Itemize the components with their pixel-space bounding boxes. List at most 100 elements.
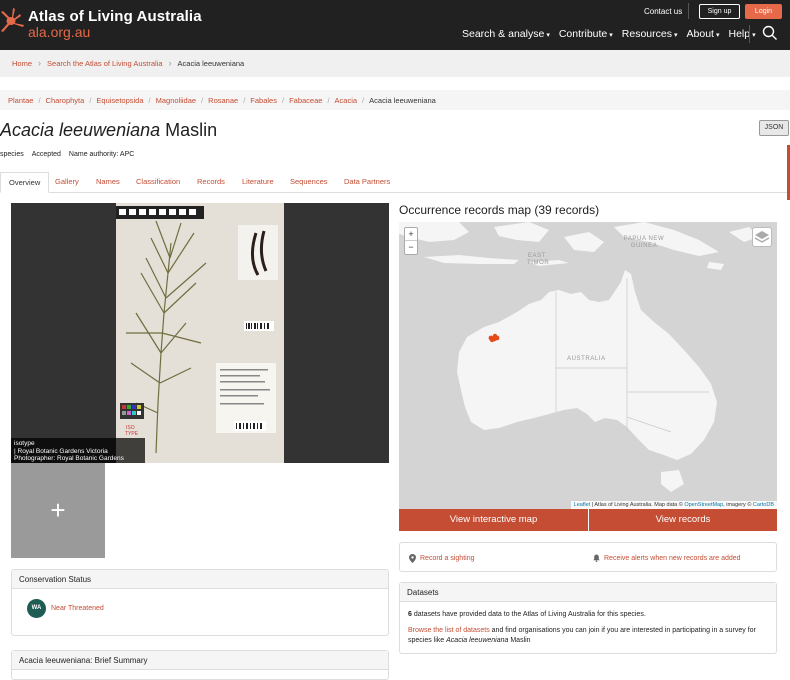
taxon-phylum[interactable]: Charophyta [46,96,85,105]
datasets-species-author: Maslin [508,637,531,644]
chevron-right-icon: › [38,58,42,68]
nav-search-analyse[interactable]: Search & analyse ▾ [462,28,550,40]
species-author: Maslin [165,120,218,140]
svg-text:TYPE: TYPE [125,431,139,437]
caret-down-icon: ▾ [752,32,756,39]
nav-about[interactable]: About ▾ [687,28,720,40]
view-interactive-map-button[interactable]: View interactive map [399,509,588,531]
zoom-out-button[interactable]: − [405,241,417,254]
tab-records[interactable]: Records [197,172,225,193]
datasets-body: 6 datasets have provided data to the Atl… [400,602,776,660]
taxon-superorder[interactable]: Rosanae [208,96,238,105]
conservation-status-panel: Conservation Status WA Near Threatened [11,569,389,636]
conservation-heading: Conservation Status [12,570,388,589]
map-label-australia: AUSTRALIA [567,356,606,362]
nav-label: Search & analyse [462,28,545,40]
breadcrumb-search[interactable]: Search the Atlas of Living Australia [47,59,163,68]
caption-institution: | Royal Botanic Gardens Victoria [14,447,108,455]
view-records-button[interactable]: View records [589,509,777,531]
caret-down-icon: ▾ [609,32,613,39]
layers-icon [754,231,770,243]
breadcrumb-home[interactable]: Home [12,59,32,68]
caption-type: isotype [14,440,35,447]
tab-overview[interactable]: Overview [0,172,50,193]
breadcrumb-current: Acacia leeuweniana [177,58,245,68]
breadcrumb-bar: Home › Search the Atlas of Living Austra… [0,50,790,77]
taxon-genus[interactable]: Acacia [335,96,358,105]
occurrence-map[interactable]: + − PAPUA NEW GUINEA EAST TIMOR AUSTRALI… [399,222,777,509]
taxon-separator: / [281,96,285,105]
nav-resources[interactable]: Resources ▾ [622,28,678,40]
map-label-png: PAPUA NEW GUINEA [623,236,665,249]
tab-gallery[interactable]: Gallery [55,172,79,193]
login-button[interactable]: Login [745,4,782,19]
taxon-separator: / [201,96,204,105]
nav-divider [749,25,750,43]
taxon-separator: / [148,96,151,105]
osm-link[interactable]: OpenStreetMap [684,502,723,508]
species-rank: species [0,151,24,158]
taxon-subclass[interactable]: Magnoliidae [156,96,196,105]
receive-alerts-link[interactable]: Receive alerts when new records are adde… [593,554,741,562]
herbarium-sheet-image: ISO TYPE [116,203,284,463]
taxon-separator: / [89,96,92,105]
authority-value: APC [119,151,135,158]
tab-sequences[interactable]: Sequences [290,172,328,193]
species-image[interactable]: ISO TYPE [11,203,389,463]
record-actions-panel: Record a sighting Receive alerts when ne… [399,542,777,572]
name-authority: Name authority: APC [69,151,134,158]
record-sighting-label: Record a sighting [420,555,475,562]
taxon-current: Acacia leeuweniana [369,96,436,105]
browse-datasets-link[interactable]: Browse the list of datasets [408,627,490,634]
taxon-class[interactable]: Equisetopsida [96,96,143,105]
datasets-panel: Datasets 6 datasets have provided data t… [399,582,777,654]
record-sighting-link[interactable]: Record a sighting [409,554,474,563]
map-attribution: Leaflet | Atlas of Living Australia. Map… [570,501,777,509]
taxon-family[interactable]: Fabaceae [289,96,322,105]
nav-label: Contribute [558,28,608,40]
tab-data-partners[interactable]: Data Partners [344,172,390,193]
search-icon[interactable] [762,25,778,41]
plus-icon: + [50,495,66,525]
zoom-in-button[interactable]: + [405,228,417,241]
page-title: Acacia leeuweniana Maslin [0,120,217,141]
leaflet-link[interactable]: Leaflet [574,502,591,508]
taxon-kingdom[interactable]: Plantae [8,96,33,105]
species-status: Accepted [31,151,61,158]
species-tabs: Overview Gallery Names Classification Re… [0,172,788,193]
chevron-right-icon: › [168,58,172,68]
attribution-text: | Atlas of Living Australia. Map data © [590,502,685,508]
add-image-tile[interactable]: + [11,463,105,558]
specimen-illustration: ISO TYPE [116,206,278,454]
taxonomy-bar: Plantae / Charophyta / Equisetopsida / Magn… [0,90,790,110]
datasets-count-text: 6 datasets have provided data to the Atl… [408,610,768,620]
taxon-separator: / [243,96,246,105]
ala-logo-icon [1,8,24,32]
conservation-status-link[interactable]: Near Threatened [51,605,104,612]
contact-link[interactable]: Contact us [644,7,682,16]
cartodb-link[interactable]: CartoDB [753,502,774,508]
map-marker-icon [409,554,416,563]
tab-literature[interactable]: Literature [242,172,274,193]
layers-button[interactable] [752,227,772,247]
tab-names[interactable]: Names [96,172,120,193]
signup-button[interactable]: Sign up [699,4,740,19]
taxon-separator: / [362,96,365,105]
nav-help[interactable]: Help ▾ [728,28,755,40]
nav-label: About [686,28,714,40]
nav-contribute[interactable]: Contribute ▾ [559,28,613,40]
map-title: Occurrence records map (39 records) [399,203,600,217]
header-divider [688,3,689,19]
json-button[interactable]: JSON [759,120,789,136]
status-badge: WA [27,599,46,618]
map-basemap [399,222,759,492]
taxon-separator: / [38,96,41,105]
caret-down-icon: ▾ [674,32,678,39]
tab-classification[interactable]: Classification [136,172,180,193]
map-zoom-control: + − [404,227,418,255]
caret-down-icon: ▾ [546,32,550,39]
brief-summary-panel: Acacia leeuweniana: Brief Summary [11,650,389,680]
datasets-browse-text: Browse the list of datasets and find org… [408,626,768,646]
ala-logo[interactable]: Atlas of Living Australia ala.org.au [0,6,202,39]
taxon-order[interactable]: Fabales [250,96,277,105]
